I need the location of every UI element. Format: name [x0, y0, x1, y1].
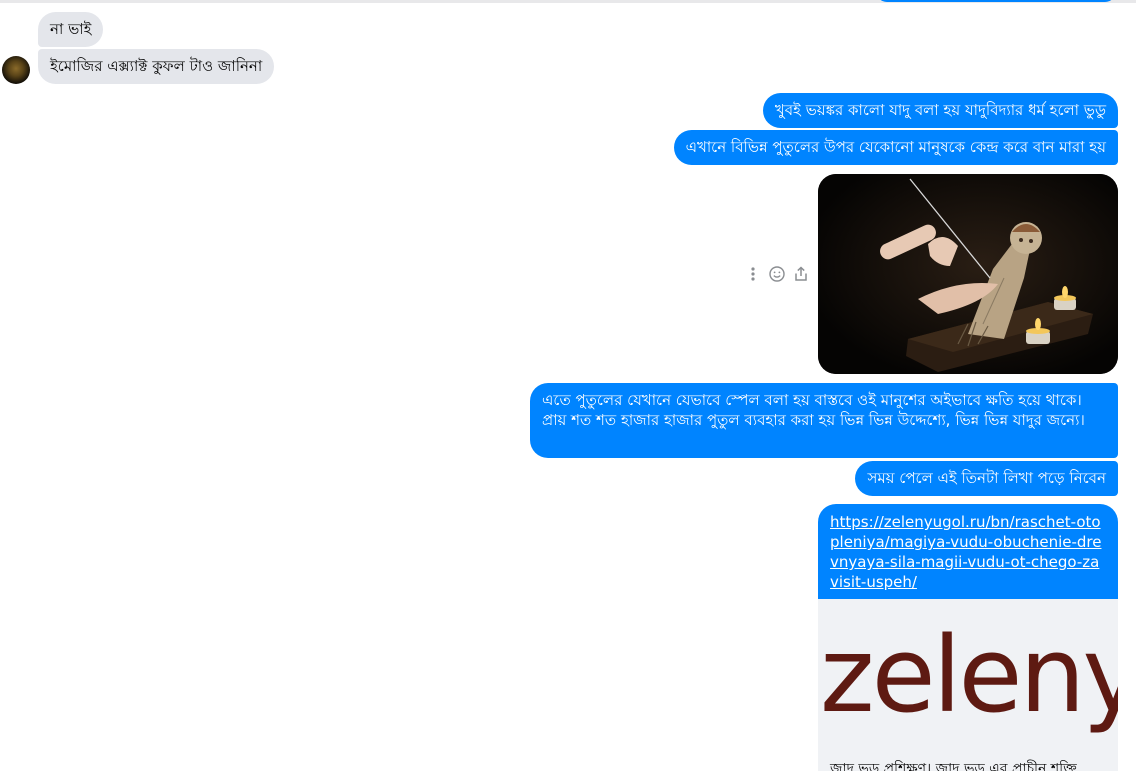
outgoing-message[interactable]: খুবই ভয়ঙ্কর কালো যাদু বলা হয় যাদুবিদ্য… — [762, 93, 1118, 128]
conversation-panel: না ভাই ইমোজির এক্স্যাক্ট কুফল টাও জানিনা… — [0, 0, 1136, 771]
smiley-icon[interactable] — [768, 264, 786, 284]
incoming-message[interactable]: ইমোজির এক্স্যাক্ট কুফল টাও জানিনা — [38, 49, 275, 84]
incoming-message[interactable]: না ভাই — [38, 12, 104, 47]
previous-outgoing-bubble[interactable] — [876, 0, 1116, 2]
preview-logo: zelenyugol — [820, 614, 1118, 736]
message-actions — [744, 264, 810, 284]
shared-link[interactable]: https://zelenyugol.ru/bn/raschet-otoplen… — [818, 504, 1118, 591]
outgoing-message[interactable]: এতে পুতুলের যেখানে যেভাবে স্পেল বলা হয় … — [530, 383, 1118, 458]
contact-avatar[interactable] — [2, 56, 30, 84]
more-vertical-icon[interactable] — [744, 264, 762, 284]
outgoing-message[interactable]: এখানে বিভিন্ন পুতুলের উপর যেকোনো মানুষকে… — [673, 130, 1118, 165]
link-preview-card[interactable]: https://zelenyugol.ru/bn/raschet-otoplen… — [818, 504, 1118, 771]
photo-attachment[interactable] — [818, 174, 1118, 374]
link-preview-image[interactable]: zelenyugol জাদু ভুডু প্রশিক্ষণ। জাদু ভুড… — [818, 599, 1118, 771]
outgoing-message[interactable]: সময় পেলে এই তিনটা লিখা পড়ে নিবেন — [855, 461, 1118, 496]
preview-title: জাদু ভুডু প্রশিক্ষণ। জাদু ভুডু এর প্রাচী… — [830, 761, 1077, 771]
share-icon[interactable] — [792, 264, 810, 284]
